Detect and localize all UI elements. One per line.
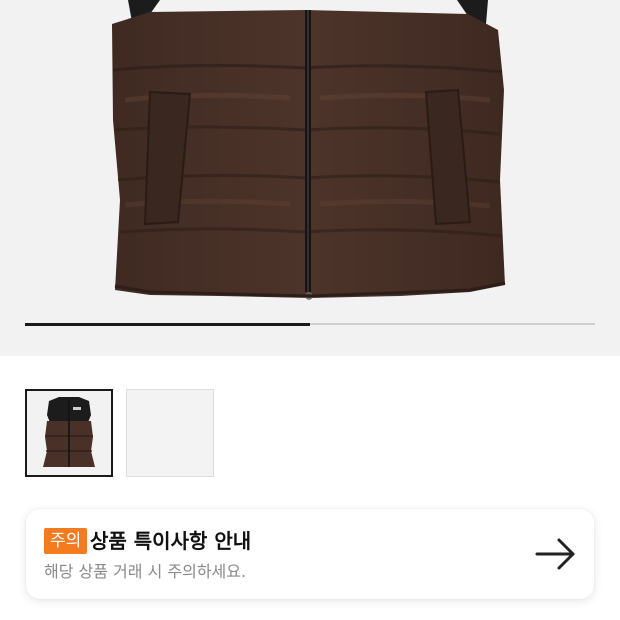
product-detail-page: 주의 상품 특이사항 안내 해당 상품 거래 시 주의하세요. — [0, 0, 620, 620]
puffer-vest-thumbnail — [27, 391, 111, 475]
notice-description: 해당 상품 거래 시 주의하세요. — [44, 562, 247, 581]
product-image-gallery[interactable] — [0, 0, 620, 356]
notice-title: 상품 특이사항 안내 — [90, 529, 252, 553]
thumbnail-2-empty[interactable] — [126, 389, 214, 477]
product-notice-card[interactable]: 주의 상품 특이사항 안내 해당 상품 거래 시 주의하세요. — [26, 509, 594, 599]
caution-badge: 주의 — [44, 528, 88, 554]
gallery-progress-bar — [25, 322, 595, 326]
arrow-right-icon[interactable] — [534, 536, 578, 572]
puffer-vest-image — [112, 0, 506, 300]
gallery-progress-fill — [25, 322, 310, 326]
thumbnail-1-selected[interactable] — [25, 389, 113, 477]
